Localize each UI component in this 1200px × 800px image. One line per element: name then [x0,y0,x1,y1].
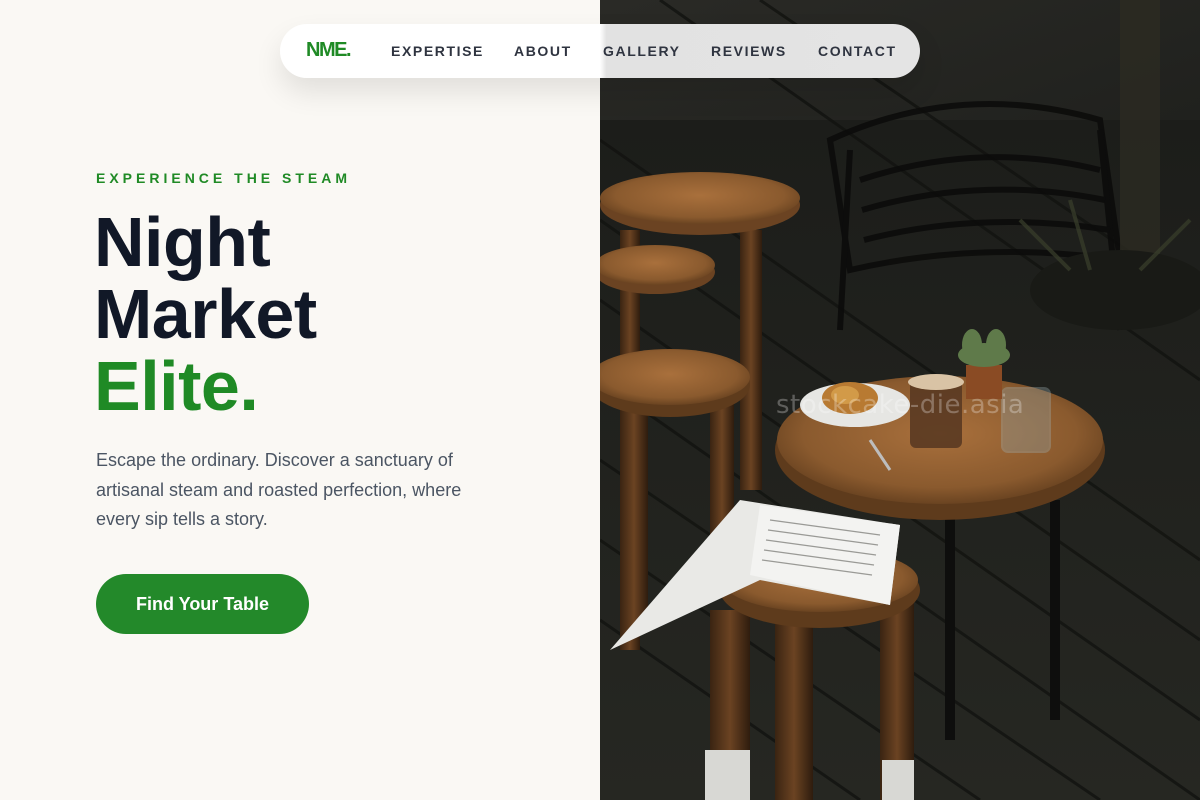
top-navigation: NME. EXPERTISE ABOUT GALLERY REVIEWS CON… [280,24,920,78]
find-table-button[interactable]: Find Your Table [96,574,309,634]
nav-link-expertise[interactable]: EXPERTISE [391,43,484,59]
nav-link-contact[interactable]: CONTACT [818,43,897,59]
hero-eyebrow: EXPERIENCE THE STEAM [96,170,352,186]
nav-link-reviews[interactable]: REVIEWS [711,43,787,59]
hero-description: Escape the ordinary. Discover a sanctuar… [96,450,462,529]
watermark-text: stockcake-die.asia [776,390,1025,420]
nav-link-about[interactable]: ABOUT [514,43,572,59]
brand-logo[interactable]: NME. [306,39,352,62]
hero-title-line1: Night [94,203,271,281]
hero-title-line2: Market [94,275,317,353]
hero-title: Night Market Elite. [94,206,317,422]
hero-title-accent: Elite. [94,347,259,425]
nav-link-gallery[interactable]: GALLERY [603,43,681,59]
